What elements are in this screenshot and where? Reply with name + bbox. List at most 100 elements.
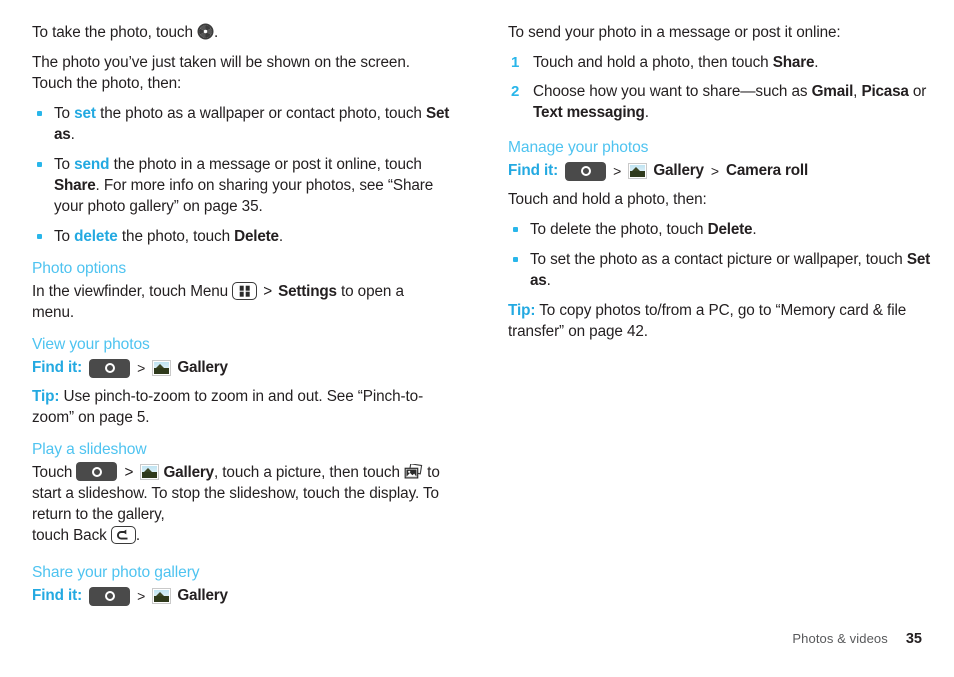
- tip-text: To copy photos to/from a PC, go to “Memo…: [508, 302, 907, 340]
- arrow-separator: >: [137, 360, 146, 376]
- back-key-paragraph: touch Back .: [32, 525, 450, 546]
- arrow-separator: >: [710, 163, 720, 179]
- camera-shutter-icon: [197, 23, 214, 40]
- keyword-send: send: [74, 156, 110, 173]
- find-it-label: Find it:: [508, 162, 559, 179]
- keyword-set: set: [74, 105, 96, 122]
- gallery-thumbnail-icon: [152, 588, 172, 604]
- bullet-text-1: To: [54, 156, 75, 173]
- touch-hold-photo-paragraph: Touch and hold a photo, then:: [508, 191, 707, 208]
- tip-label: Tip:: [508, 302, 536, 319]
- step-number: 1: [511, 54, 520, 71]
- page-footer: Photos & videos 35: [792, 631, 922, 647]
- camera-roll-label: Camera roll: [726, 162, 809, 179]
- left-column: To take the photo, touch . The photo you…: [32, 22, 450, 614]
- tip-memory-card: Tip: To copy photos to/from a PC, go to …: [508, 300, 932, 342]
- step-number: 2: [511, 83, 520, 100]
- viewfinder-text: In the viewfinder, touch Menu: [32, 283, 233, 300]
- send-photo-steps: 1 Touch and hold a photo, then touch Shar…: [508, 52, 932, 123]
- back-period: .: [135, 527, 140, 544]
- send-photo-intro: To send your photo in a message or post …: [508, 24, 841, 41]
- photo-action-list: To set the photo as a wallpaper or conta…: [32, 103, 450, 247]
- take-photo-paragraph: To take the photo, touch .: [32, 22, 450, 43]
- footer-chapter-title: Photos & videos: [792, 631, 888, 646]
- bullet-text-1: To set the photo as a contact picture or…: [530, 251, 907, 268]
- gallery-thumbnail-icon: [140, 464, 160, 480]
- bold-text-messaging: Text messaging: [533, 104, 645, 121]
- camera-app-icon: [89, 358, 131, 378]
- tip-label: Tip:: [32, 388, 60, 405]
- tip-pinch-zoom: Tip: Use pinch-to-zoom to zoom in and ou…: [32, 386, 450, 428]
- tip-text: Use pinch-to-zoom to zoom in and out. Se…: [32, 388, 424, 426]
- manual-page: To take the photo, touch . The photo you…: [0, 0, 954, 677]
- find-it-view-photos: Find it: > Gallery: [32, 357, 450, 379]
- list-item: 2 Choose how you want to share—such as Gm…: [508, 81, 932, 123]
- step-text-4: .: [644, 104, 649, 121]
- section-heading-play-a-slideshow: Play a slideshow: [32, 441, 147, 458]
- list-item: To set the photo as a contact picture or…: [508, 249, 932, 291]
- list-item: To delete the photo, touch Delete.: [508, 219, 932, 240]
- bullet-text-3: .: [278, 228, 284, 245]
- bullet-text-2: the photo, touch: [117, 228, 235, 245]
- footer-page-number: 35: [905, 631, 922, 647]
- step-text-1: Choose how you want to share—such as: [533, 83, 812, 100]
- manage-photo-list: To delete the photo, touch Delete. To se…: [508, 219, 932, 291]
- bullet-text-1: To: [54, 105, 75, 122]
- bullet-text-2: the photo as a wallpaper or contact phot…: [95, 105, 426, 122]
- arrow-separator: >: [137, 588, 146, 604]
- gallery-label: Gallery: [177, 359, 228, 376]
- bold-delete: Delete: [234, 228, 279, 245]
- gallery-label: Gallery: [653, 162, 704, 179]
- back-key-icon: [110, 526, 136, 544]
- bold-picasa: Picasa: [861, 83, 909, 100]
- gallery-thumbnail-icon: [628, 163, 648, 179]
- photo-shown-paragraph: The photo you’ve just taken will be show…: [32, 54, 410, 92]
- find-it-share-gallery: Find it: > Gallery: [32, 585, 450, 607]
- bold-settings: Settings: [278, 283, 337, 300]
- arrow-separator: >: [263, 283, 273, 300]
- find-it-label: Find it:: [32, 587, 83, 604]
- bold-share: Share: [54, 177, 96, 194]
- gallery-label: Gallery: [163, 464, 214, 481]
- arrow-separator: >: [124, 464, 134, 481]
- find-it-manage-photos: Find it: > Gallery > Camera roll: [508, 160, 932, 182]
- list-item: To send the photo in a message or post i…: [32, 154, 450, 217]
- step-text-3: or: [908, 83, 927, 100]
- section-heading-share-your-photo-gallery: Share your photo gallery: [32, 564, 200, 581]
- section-heading-photo-options: Photo options: [32, 260, 127, 277]
- bullet-text-2: the photo in a message or post it online…: [109, 156, 422, 173]
- list-item: To set the photo as a wallpaper or conta…: [32, 103, 450, 145]
- bold-gmail: Gmail: [811, 83, 854, 100]
- bold-share: Share: [772, 54, 815, 71]
- list-item: 1 Touch and hold a photo, then touch Shar…: [508, 52, 932, 73]
- bullet-text-3: . For more info on sharing your photos, …: [54, 177, 434, 215]
- step-text-2: .: [814, 54, 819, 71]
- arrow-separator: >: [613, 163, 622, 179]
- menu-dots: [239, 285, 251, 297]
- camera-app-icon: [89, 586, 131, 606]
- bullet-text-3: .: [70, 126, 75, 143]
- slideshow-paragraph: Touch > Gallery, touch a picture, then t…: [32, 462, 450, 525]
- gallery-thumbnail-icon: [152, 360, 172, 376]
- camera-app-icon: [565, 161, 607, 181]
- find-it-label: Find it:: [32, 359, 83, 376]
- camera-app-icon: [76, 462, 118, 481]
- right-column: To send your photo in a message or post …: [508, 22, 932, 351]
- bullet-text-1: To: [54, 228, 75, 245]
- menu-key-icon: [232, 282, 258, 300]
- take-photo-text-after: .: [214, 24, 219, 41]
- take-photo-text-before: To take the photo, touch: [32, 24, 198, 41]
- step-text-1: Touch and hold a photo, then touch: [533, 54, 773, 71]
- bullet-text-2: .: [752, 221, 757, 238]
- list-item: To delete the photo, touch Delete.: [32, 226, 450, 247]
- photo-options-paragraph: In the viewfinder, touch Menu > Settings …: [32, 281, 450, 323]
- gallery-label: Gallery: [177, 587, 228, 604]
- keyword-delete: delete: [74, 228, 118, 245]
- slideshow-icon: [404, 463, 423, 480]
- section-heading-view-your-photos: View your photos: [32, 336, 150, 353]
- touch-word: Touch: [32, 464, 77, 481]
- slideshow-text-mid: , touch a picture, then touch: [213, 464, 405, 481]
- bullet-text-1: To delete the photo, touch: [530, 221, 708, 238]
- bullet-text-2: .: [546, 272, 551, 289]
- section-heading-manage-your-photos: Manage your photos: [508, 139, 649, 156]
